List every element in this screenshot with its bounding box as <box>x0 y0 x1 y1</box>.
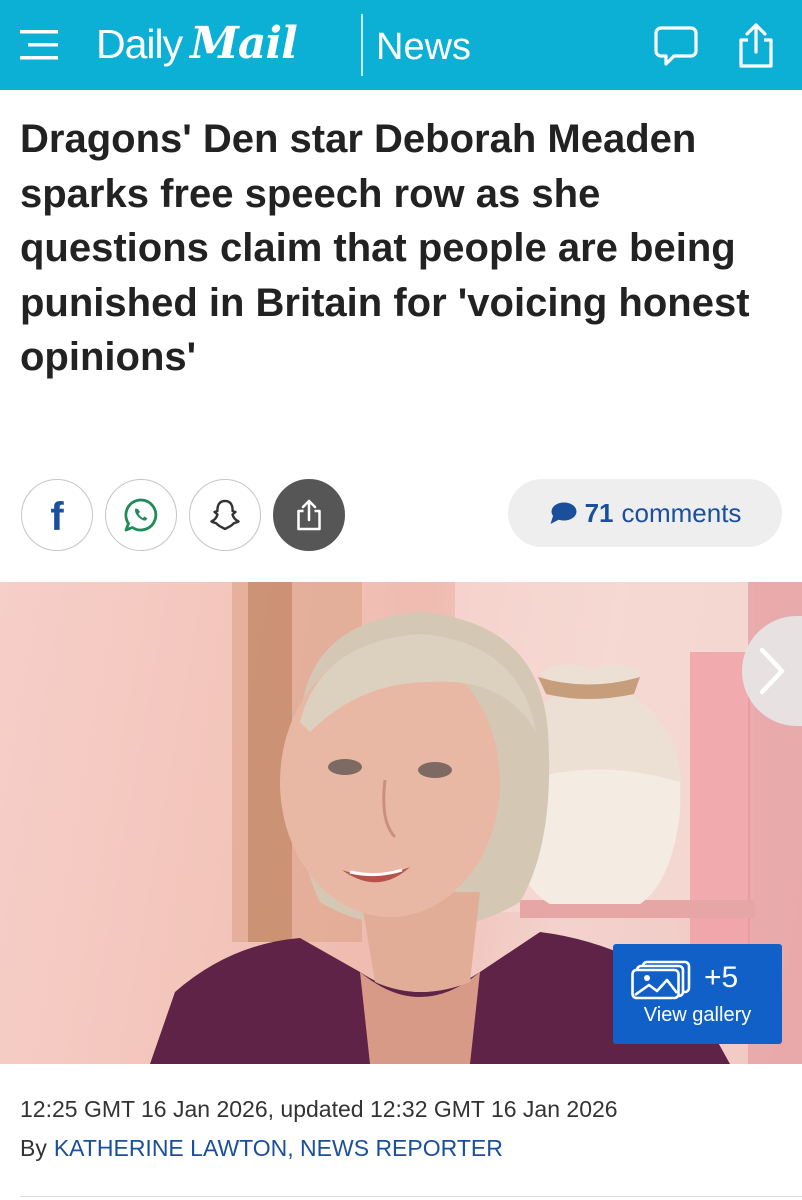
comment-bubble-icon <box>550 502 577 524</box>
top-navigation-bar: Daily Mail News <box>0 0 802 90</box>
header-divider <box>361 14 363 76</box>
chevron-right-icon <box>759 647 785 695</box>
daily-mail-logo[interactable]: Daily Mail <box>96 18 298 70</box>
facebook-icon: f <box>50 495 64 539</box>
comments-count-button[interactable]: 71 comments <box>508 479 782 547</box>
byline-prefix: By <box>20 1135 47 1161</box>
comments-count: 71 <box>584 497 614 528</box>
whatsapp-icon <box>124 498 158 532</box>
view-gallery-label: View gallery <box>643 1004 752 1026</box>
speech-bubble-icon[interactable] <box>652 22 700 70</box>
snapchat-icon <box>210 499 240 531</box>
native-share-button[interactable] <box>273 479 345 551</box>
hamburger-menu-icon[interactable] <box>18 24 60 66</box>
image-stack-icon <box>631 960 691 1000</box>
share-icon[interactable] <box>732 22 780 70</box>
logo-daily-text: Daily <box>96 21 183 67</box>
facebook-share-button[interactable]: f <box>21 479 93 551</box>
share-icon <box>297 499 321 531</box>
article-headline: Dragons' Den star Deborah Meaden sparks … <box>20 117 750 379</box>
gallery-extra-count: +5 <box>704 961 739 994</box>
snapchat-share-button[interactable] <box>189 479 261 551</box>
comments-label: comments <box>621 497 742 528</box>
whatsapp-share-button[interactable] <box>105 479 177 551</box>
logo-mail-text: Mail <box>190 18 298 69</box>
article-byline: By KATHERINE LAWTON, NEWS REPORTER <box>20 1135 503 1162</box>
view-gallery-button[interactable]: +5 View gallery <box>613 944 782 1044</box>
content-divider <box>20 1196 802 1197</box>
author-link[interactable]: KATHERINE LAWTON, NEWS REPORTER <box>54 1135 503 1161</box>
section-title[interactable]: News <box>376 26 471 69</box>
article-timestamp: 12:25 GMT 16 Jan 2026, updated 12:32 GMT… <box>20 1096 618 1122</box>
